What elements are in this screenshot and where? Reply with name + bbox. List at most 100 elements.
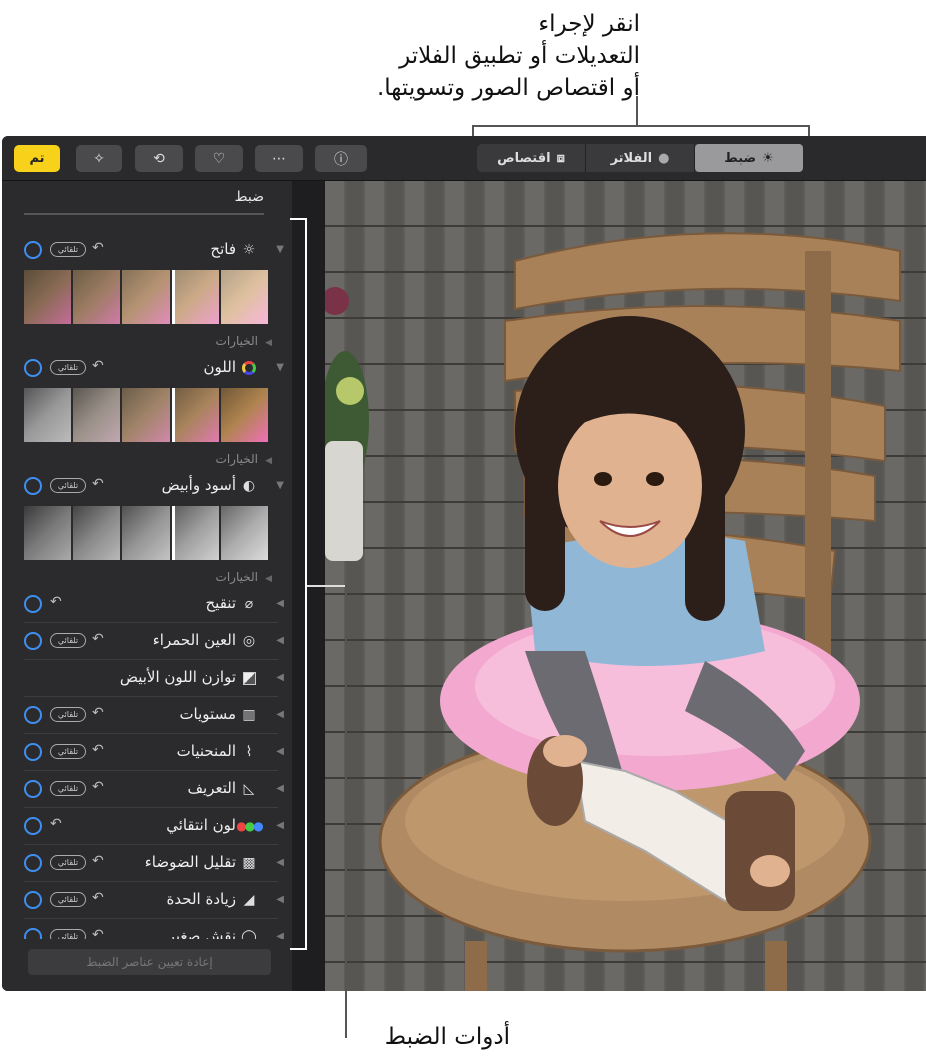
- bandage-icon: ⌀: [244, 596, 254, 612]
- title-divider: [24, 213, 264, 215]
- adjust-tools-bracket: [290, 218, 307, 950]
- done-button[interactable]: تم: [14, 145, 60, 172]
- info-icon: ⓘ: [334, 151, 348, 168]
- tool-red-eye[interactable]: تلقائي ↶ العين الحمراء ◎ ◀: [2, 628, 292, 654]
- section-color[interactable]: تلقائي ↶ اللون ▼: [2, 355, 292, 381]
- favorite-button[interactable]: ♡: [195, 145, 243, 172]
- edit-mode-segmented-control: ⧈ اقتصاص ● الفلاتر ☀ ضبط: [477, 144, 803, 172]
- tab-filters-label: الفلاتر: [610, 150, 653, 166]
- color-options[interactable]: الخيارات: [216, 452, 258, 466]
- tab-crop[interactable]: ⧈ اقتصاص: [477, 144, 585, 172]
- noise-icon: ▩: [242, 855, 256, 871]
- toggle-light[interactable]: [24, 241, 42, 259]
- tool-sharpen[interactable]: تلقائي ↶ زيادة الحدة ◢ ◀: [2, 887, 292, 913]
- toggle-color[interactable]: [24, 359, 42, 377]
- tool-retouch[interactable]: ↶ تنقيح ⌀ ◀: [2, 591, 292, 617]
- photo-canvas[interactable]: [325, 181, 926, 991]
- adjust-sidebar: ضبط تلقائي ↶ فاتح ☼ ▼ ◀ الخيارات تلقائي …: [2, 181, 292, 991]
- tool-levels[interactable]: تلقائي ↶ مستويات ▥ ◀: [2, 702, 292, 728]
- black-white-options[interactable]: الخيارات: [216, 570, 258, 584]
- disclosure-triangle-icon[interactable]: ◀: [276, 783, 284, 794]
- toggle-curves[interactable]: [24, 743, 42, 761]
- half-circle-icon: ◐: [242, 478, 256, 494]
- bottom-callout: أدوات الضبط: [384, 1024, 510, 1050]
- more-button[interactable]: ⋯: [255, 145, 303, 172]
- section-black-white[interactable]: تلقائي ↶ أسود وأبيض ◐ ▼: [2, 473, 292, 499]
- undo-icon[interactable]: ↶: [92, 742, 104, 758]
- tab-adjust-label: ضبط: [724, 150, 757, 166]
- black-white-thumbnail-strip[interactable]: [24, 506, 269, 560]
- auto-button-sharpen[interactable]: تلقائي: [50, 892, 86, 907]
- tab-filters[interactable]: ● الفلاتر: [586, 144, 694, 172]
- undo-icon[interactable]: ↶: [92, 631, 104, 647]
- tool-levels-label: مستويات: [179, 705, 236, 723]
- light-slider-handle[interactable]: [172, 270, 175, 324]
- auto-button-noise-reduction[interactable]: تلقائي: [50, 855, 86, 870]
- toggle-noise-reduction[interactable]: [24, 854, 42, 872]
- callout-leader: [636, 96, 638, 126]
- disclosure-triangle-icon[interactable]: ◀: [276, 746, 284, 757]
- tool-noise-reduction[interactable]: تلقائي ↶ تقليل الضوضاء ▩ ◀: [2, 850, 292, 876]
- reset-adjustments-button[interactable]: إعادة تعيين عناصر الضبط: [28, 949, 271, 975]
- disclosure-triangle-icon[interactable]: ◀: [276, 857, 284, 868]
- disclosure-triangle-icon[interactable]: ▼: [276, 362, 284, 373]
- undo-icon[interactable]: ↶: [50, 594, 62, 610]
- undo-icon[interactable]: ↶: [92, 358, 104, 374]
- auto-button-curves[interactable]: تلقائي: [50, 744, 86, 759]
- black-white-slider-handle[interactable]: [172, 506, 175, 560]
- color-thumbnail-strip[interactable]: [24, 388, 269, 442]
- light-options[interactable]: الخيارات: [216, 334, 258, 348]
- light-thumbnail-strip[interactable]: [24, 270, 269, 324]
- adjust-tools-leader-v: [345, 585, 347, 1038]
- tool-definition[interactable]: تلقائي ↶ التعريف ◺ ◀: [2, 776, 292, 802]
- toggle-retouch[interactable]: [24, 595, 42, 613]
- magic-wand-button[interactable]: ✧: [76, 145, 122, 172]
- callout-bracket-top: [472, 125, 810, 127]
- toggle-levels[interactable]: [24, 706, 42, 724]
- auto-button-definition[interactable]: تلقائي: [50, 781, 86, 796]
- selective-color-icon: ●●●: [236, 819, 264, 833]
- disclosure-triangle-icon[interactable]: ◀: [276, 894, 284, 905]
- toggle-black-white[interactable]: [24, 477, 42, 495]
- disclosure-triangle-icon[interactable]: ◀: [276, 672, 284, 683]
- color-wheel-icon: [240, 359, 258, 377]
- rotate-button[interactable]: ⟲: [135, 145, 183, 172]
- auto-button-light[interactable]: تلقائي: [50, 242, 86, 257]
- disclosure-triangle-icon[interactable]: ▼: [276, 480, 284, 491]
- auto-button-levels[interactable]: تلقائي: [50, 707, 86, 722]
- tool-noise-reduction-label: تقليل الضوضاء: [144, 853, 236, 871]
- filters-icon: ●: [658, 150, 670, 166]
- color-slider-handle[interactable]: [172, 388, 175, 442]
- auto-button-black-white[interactable]: تلقائي: [50, 478, 86, 493]
- tool-selective-color[interactable]: ↶ لون انتقائي ●●● ◀: [2, 813, 292, 839]
- toggle-red-eye[interactable]: [24, 632, 42, 650]
- tool-white-balance[interactable]: توازن اللون الأبيض ◀: [2, 665, 292, 691]
- undo-icon[interactable]: ↶: [92, 476, 104, 492]
- disclosure-triangle-icon[interactable]: ◀: [276, 598, 284, 609]
- disclosure-triangle-icon[interactable]: ◀: [276, 635, 284, 646]
- undo-icon[interactable]: ↶: [92, 705, 104, 721]
- auto-button-color[interactable]: تلقائي: [50, 360, 86, 375]
- toggle-selective-color[interactable]: [24, 817, 42, 835]
- section-color-label: اللون: [203, 358, 236, 376]
- disclosure-triangle-icon[interactable]: ▼: [276, 244, 284, 255]
- panel-title: ضبط: [234, 189, 264, 205]
- section-light[interactable]: تلقائي ↶ فاتح ☼ ▼: [2, 237, 292, 263]
- tool-retouch-label: تنقيح: [205, 594, 237, 612]
- tool-curves[interactable]: تلقائي ↶ المنحنيات ⌇ ◀: [2, 739, 292, 765]
- toggle-sharpen[interactable]: [24, 891, 42, 909]
- undo-icon[interactable]: ↶: [92, 779, 104, 795]
- disclosure-triangle-icon[interactable]: ◀: [276, 820, 284, 831]
- info-button[interactable]: ⓘ: [315, 145, 367, 172]
- levels-icon: ▥: [242, 707, 256, 723]
- undo-icon[interactable]: ↶: [92, 890, 104, 906]
- undo-icon[interactable]: ↶: [92, 240, 104, 256]
- disclosure-triangle-icon[interactable]: ◀: [276, 709, 284, 720]
- undo-icon[interactable]: ↶: [50, 816, 62, 832]
- undo-icon[interactable]: ↶: [92, 853, 104, 869]
- callout-line-3: أو اقتصاص الصور وتسويتها.: [376, 75, 640, 101]
- auto-button-red-eye[interactable]: تلقائي: [50, 633, 86, 648]
- tab-adjust[interactable]: ☀ ضبط: [695, 144, 803, 172]
- toggle-definition[interactable]: [24, 780, 42, 798]
- adjust-icon: ☀: [762, 150, 774, 166]
